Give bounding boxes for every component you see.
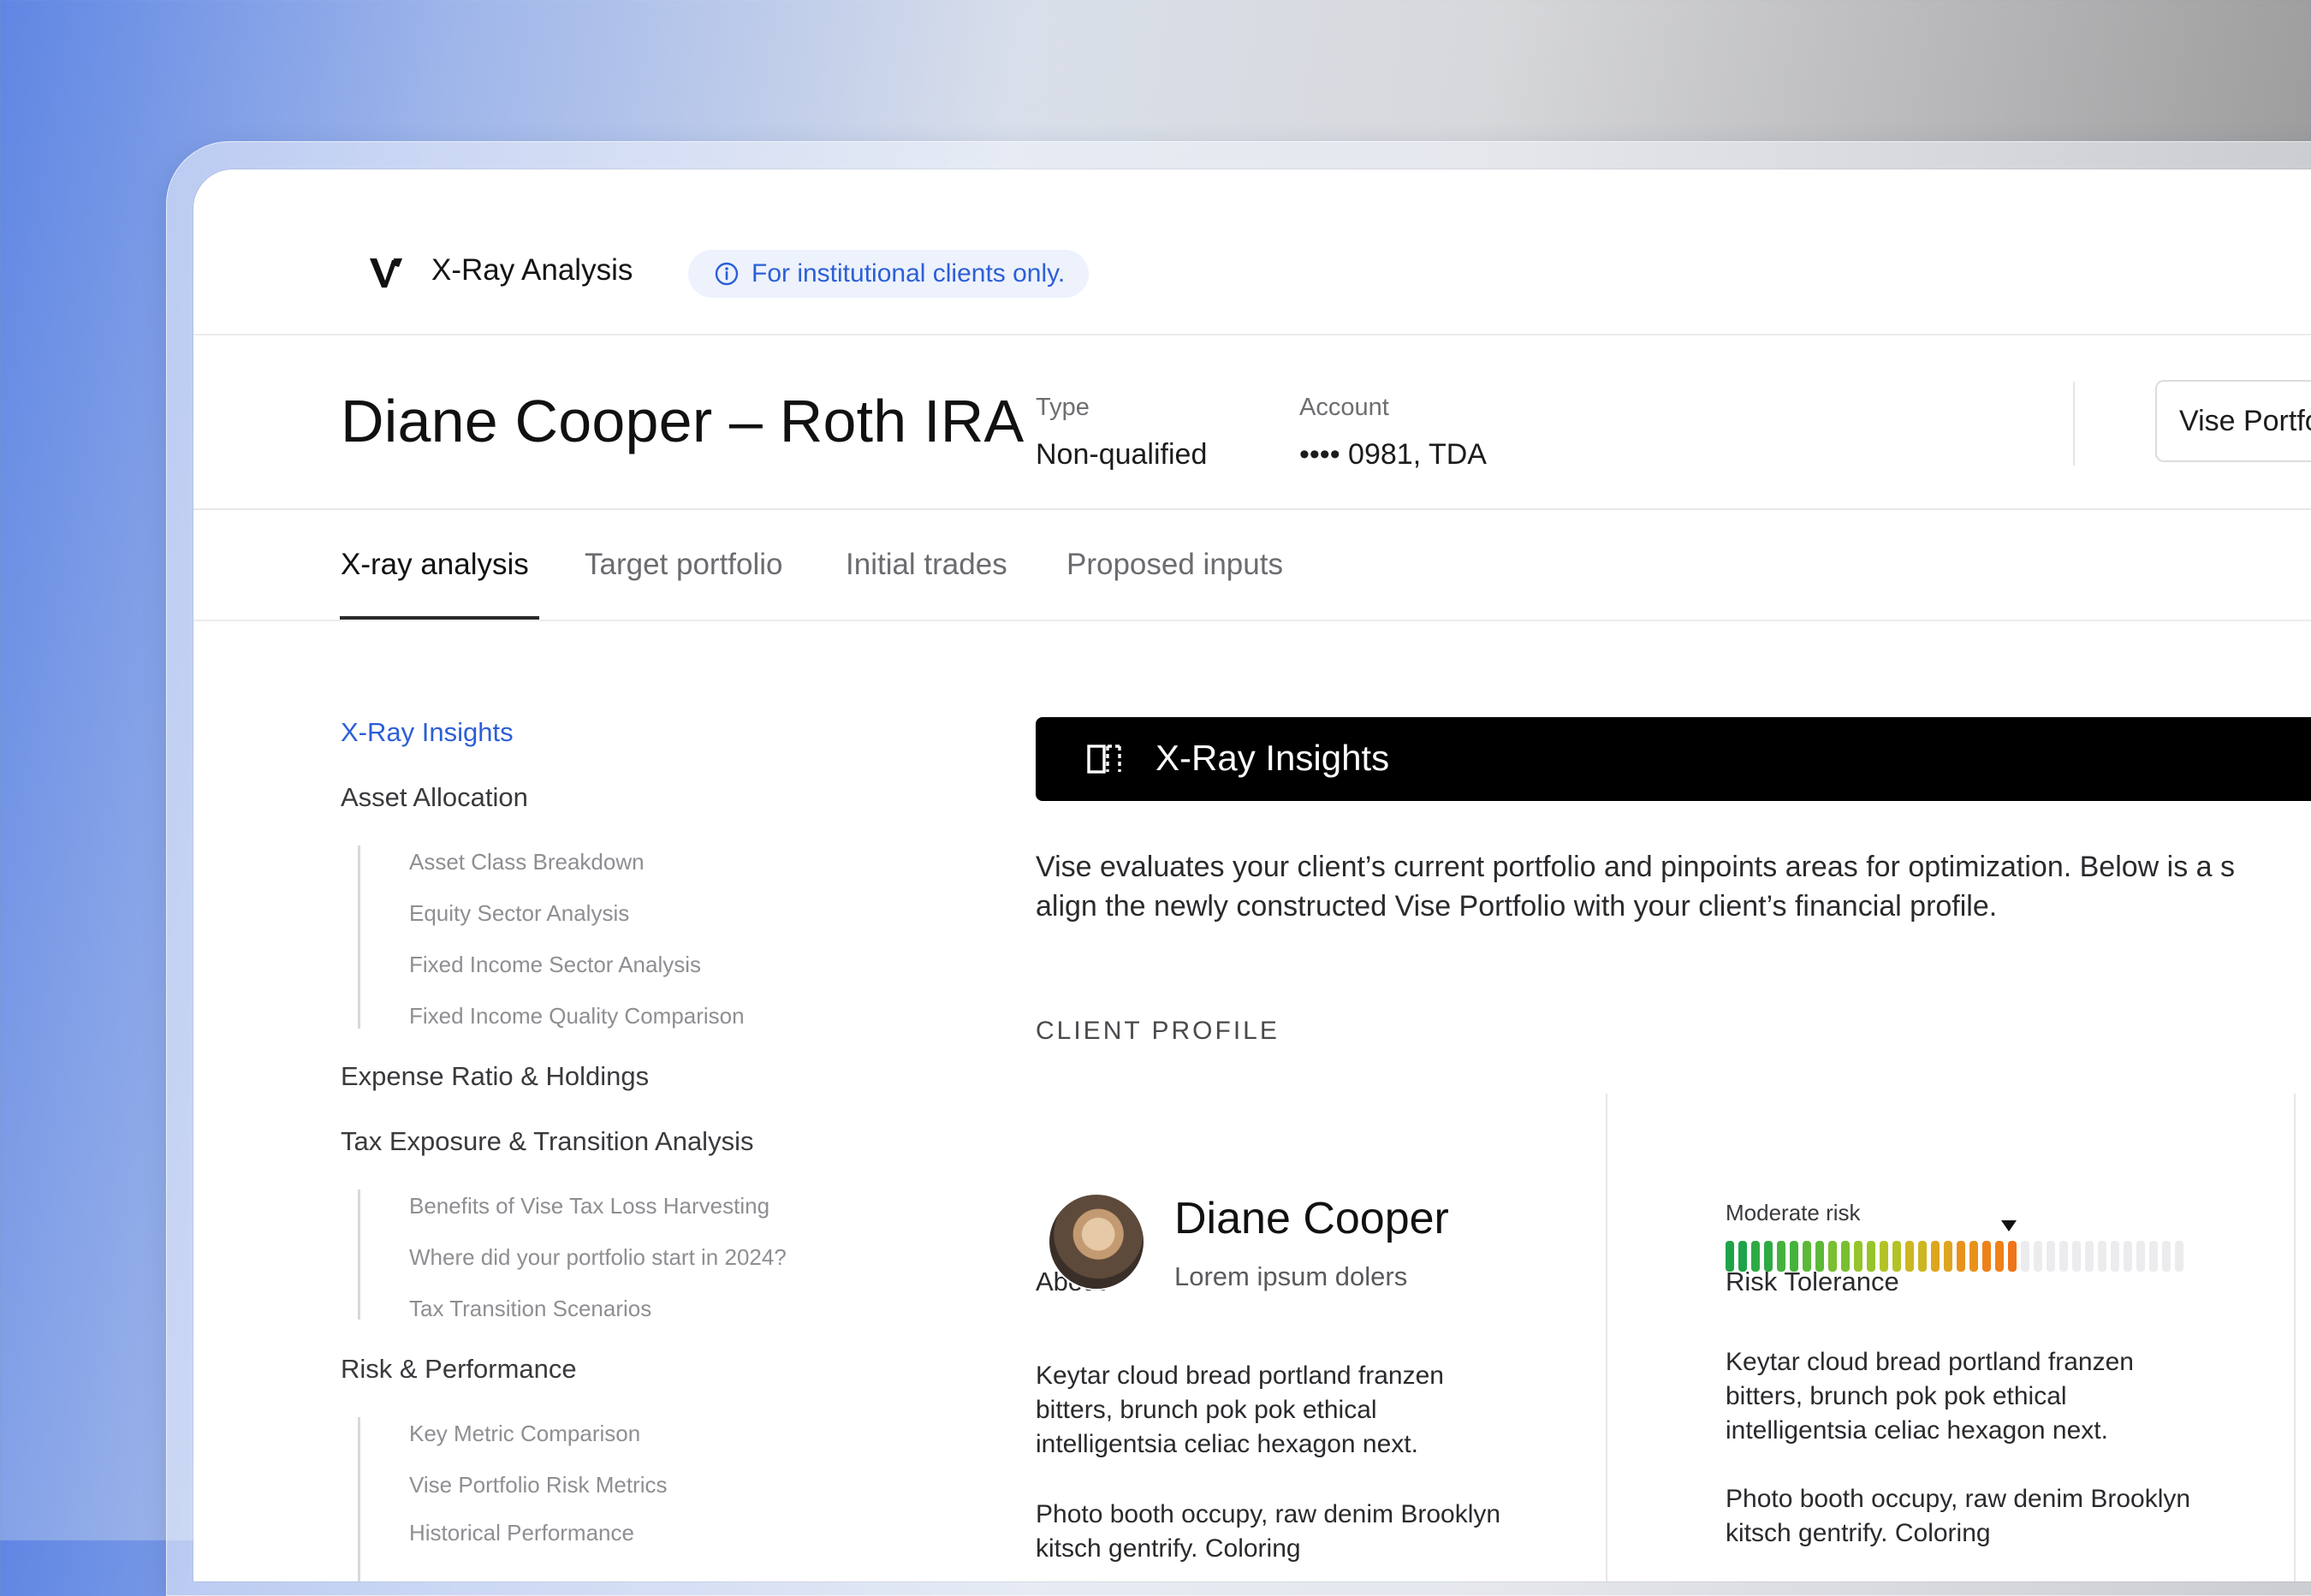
type-value: Non-qualified	[1036, 438, 1208, 471]
sidebar-subitem-fixed-income-quality[interactable]: Fixed Income Quality Comparison	[409, 1003, 745, 1029]
risk-segment-filled	[1764, 1241, 1773, 1272]
sidebar-subitem-historical-performance[interactable]: Historical Performance	[409, 1520, 634, 1546]
risk-segment-filled	[1880, 1241, 1888, 1272]
compare-panel-icon	[1087, 745, 1121, 774]
risk-segment-filled	[1982, 1241, 1991, 1272]
risk-segment-filled	[1815, 1241, 1824, 1272]
risk-segment-empty	[2059, 1241, 2068, 1272]
page-title: Diane Cooper – Roth IRA	[341, 388, 1025, 454]
risk-segment-filled	[1995, 1241, 2004, 1272]
tab-proposed-inputs[interactable]: Proposed inputs	[1066, 548, 1283, 582]
risk-segment-filled	[1944, 1241, 1952, 1272]
tab-target-portfolio[interactable]: Target portfolio	[585, 548, 783, 582]
risk-segment-empty	[2111, 1241, 2119, 1272]
sidebar-tree-line	[358, 1190, 360, 1320]
risk-segment-empty	[2175, 1241, 2183, 1272]
risk-segment-empty	[2021, 1241, 2029, 1272]
app-title: X-Ray Analysis	[431, 253, 633, 287]
risk-paragraph-1: Keytar cloud bread portland franzen bitt…	[1726, 1348, 2134, 1445]
risk-segment-filled	[1905, 1241, 1914, 1272]
sidebar-item-tax-exposure[interactable]: Tax Exposure & Transition Analysis	[341, 1126, 753, 1157]
header-divider	[2073, 382, 2075, 466]
risk-segment-filled	[1969, 1241, 1978, 1272]
risk-segment-filled	[1867, 1241, 1875, 1272]
tab-xray-analysis[interactable]: X-ray analysis	[341, 548, 529, 582]
sidebar-subitem-tax-transition[interactable]: Tax Transition Scenarios	[409, 1296, 651, 1322]
avatar	[1049, 1195, 1144, 1289]
client-name: Diane Cooper	[1174, 1194, 1449, 1243]
risk-meter	[1726, 1241, 2183, 1272]
sidebar-subitem-tax-loss-harvesting[interactable]: Benefits of Vise Tax Loss Harvesting	[409, 1193, 769, 1219]
sidebar-item-risk-performance[interactable]: Risk & Performance	[341, 1354, 577, 1385]
xray-insights-banner: X-Ray Insights	[1036, 717, 2311, 801]
risk-segment-filled	[2008, 1241, 2017, 1272]
risk-segment-empty	[2072, 1241, 2081, 1272]
sidebar-tree-line	[358, 1417, 360, 1581]
risk-segment-filled	[1777, 1241, 1785, 1272]
tab-initial-trades[interactable]: Initial trades	[846, 548, 1007, 582]
sidebar-subitem-risk-metrics[interactable]: Vise Portfolio Risk Metrics	[409, 1472, 668, 1498]
info-icon	[715, 262, 739, 286]
intro-line-1: Vise evaluates your client’s current por…	[1036, 851, 2236, 883]
risk-segment-filled	[1841, 1241, 1850, 1272]
risk-segment-filled	[1828, 1241, 1837, 1272]
sidebar-item-xray-insights[interactable]: X-Ray Insights	[341, 717, 514, 748]
risk-segment-filled	[1803, 1241, 1811, 1272]
sidebar-subitem-portfolio-start[interactable]: Where did your portfolio start in 2024?	[409, 1244, 787, 1271]
risk-segment-filled	[1957, 1241, 1965, 1272]
risk-paragraph-2: Photo booth occupy, raw denim Brooklyn k…	[1726, 1485, 2191, 1547]
risk-segment-empty	[2085, 1241, 2094, 1272]
risk-segment-filled	[1751, 1241, 1760, 1272]
app-window: X-Ray Analysis For institutional clients…	[193, 169, 2311, 1581]
risk-segment-filled	[1892, 1241, 1901, 1272]
account-label: Account	[1299, 394, 1389, 421]
type-label: Type	[1036, 394, 1090, 421]
sidebar-subitem-fixed-income-sector-analysis[interactable]: Fixed Income Sector Analysis	[409, 952, 701, 978]
vise-logo-icon	[370, 258, 402, 288]
notice-text: For institutional clients only.	[752, 259, 1066, 288]
sidebar-subitem-equity-sector-analysis[interactable]: Equity Sector Analysis	[409, 900, 629, 927]
account-value: •••• 0981, TDA	[1299, 438, 1487, 471]
top-bar: X-Ray Analysis For institutional clients…	[193, 169, 2311, 335]
column-divider	[2294, 1094, 2296, 1581]
about-paragraph-2: Photo booth occupy, raw denim Brooklyn k…	[1036, 1500, 1501, 1563]
intro-line-2: align the newly constructed Vise Portfol…	[1036, 890, 1998, 923]
risk-segment-empty	[2162, 1241, 2171, 1272]
sidebar-subitem-key-metric-comparison[interactable]: Key Metric Comparison	[409, 1421, 640, 1447]
sidebar-item-asset-allocation[interactable]: Asset Allocation	[341, 782, 528, 813]
risk-marker-icon	[2001, 1220, 2017, 1231]
risk-segment-empty	[2098, 1241, 2106, 1272]
tabs-divider	[193, 620, 2311, 621]
risk-segment-empty	[2149, 1241, 2158, 1272]
client-profile-heading: CLIENT PROFILE	[1036, 1017, 1280, 1045]
about-paragraph-1: Keytar cloud bread portland franzen bitt…	[1036, 1362, 1444, 1458]
risk-segment-empty	[2034, 1241, 2042, 1272]
insights-intro: Vise evaluates your client’s current por…	[1036, 847, 2311, 926]
risk-segment-filled	[1918, 1241, 1927, 1272]
risk-segment-filled	[1854, 1241, 1862, 1272]
risk-level-label: Moderate risk	[1726, 1200, 1861, 1225]
sidebar-tree-line	[358, 845, 360, 1029]
risk-segment-filled	[1738, 1241, 1747, 1272]
risk-segment-filled	[1726, 1241, 1734, 1272]
risk-segment-filled	[1931, 1241, 1940, 1272]
sidebar-item-expense-ratio[interactable]: Expense Ratio & Holdings	[341, 1061, 649, 1092]
column-divider	[1606, 1094, 1607, 1581]
client-subtitle: Lorem ipsum dolers	[1174, 1261, 1408, 1291]
header-divider-line	[193, 508, 2311, 510]
risk-segment-empty	[2136, 1241, 2145, 1272]
risk-segment-filled	[1790, 1241, 1798, 1272]
institutional-notice-badge: For institutional clients only.	[688, 250, 1090, 298]
vise-portfolio-button[interactable]: Vise Portfo	[2155, 380, 2311, 462]
risk-segment-empty	[2047, 1241, 2055, 1272]
risk-segment-empty	[2124, 1241, 2132, 1272]
xray-insights-title: X-Ray Insights	[1156, 738, 1390, 778]
sidebar-subitem-asset-class-breakdown[interactable]: Asset Class Breakdown	[409, 849, 645, 875]
